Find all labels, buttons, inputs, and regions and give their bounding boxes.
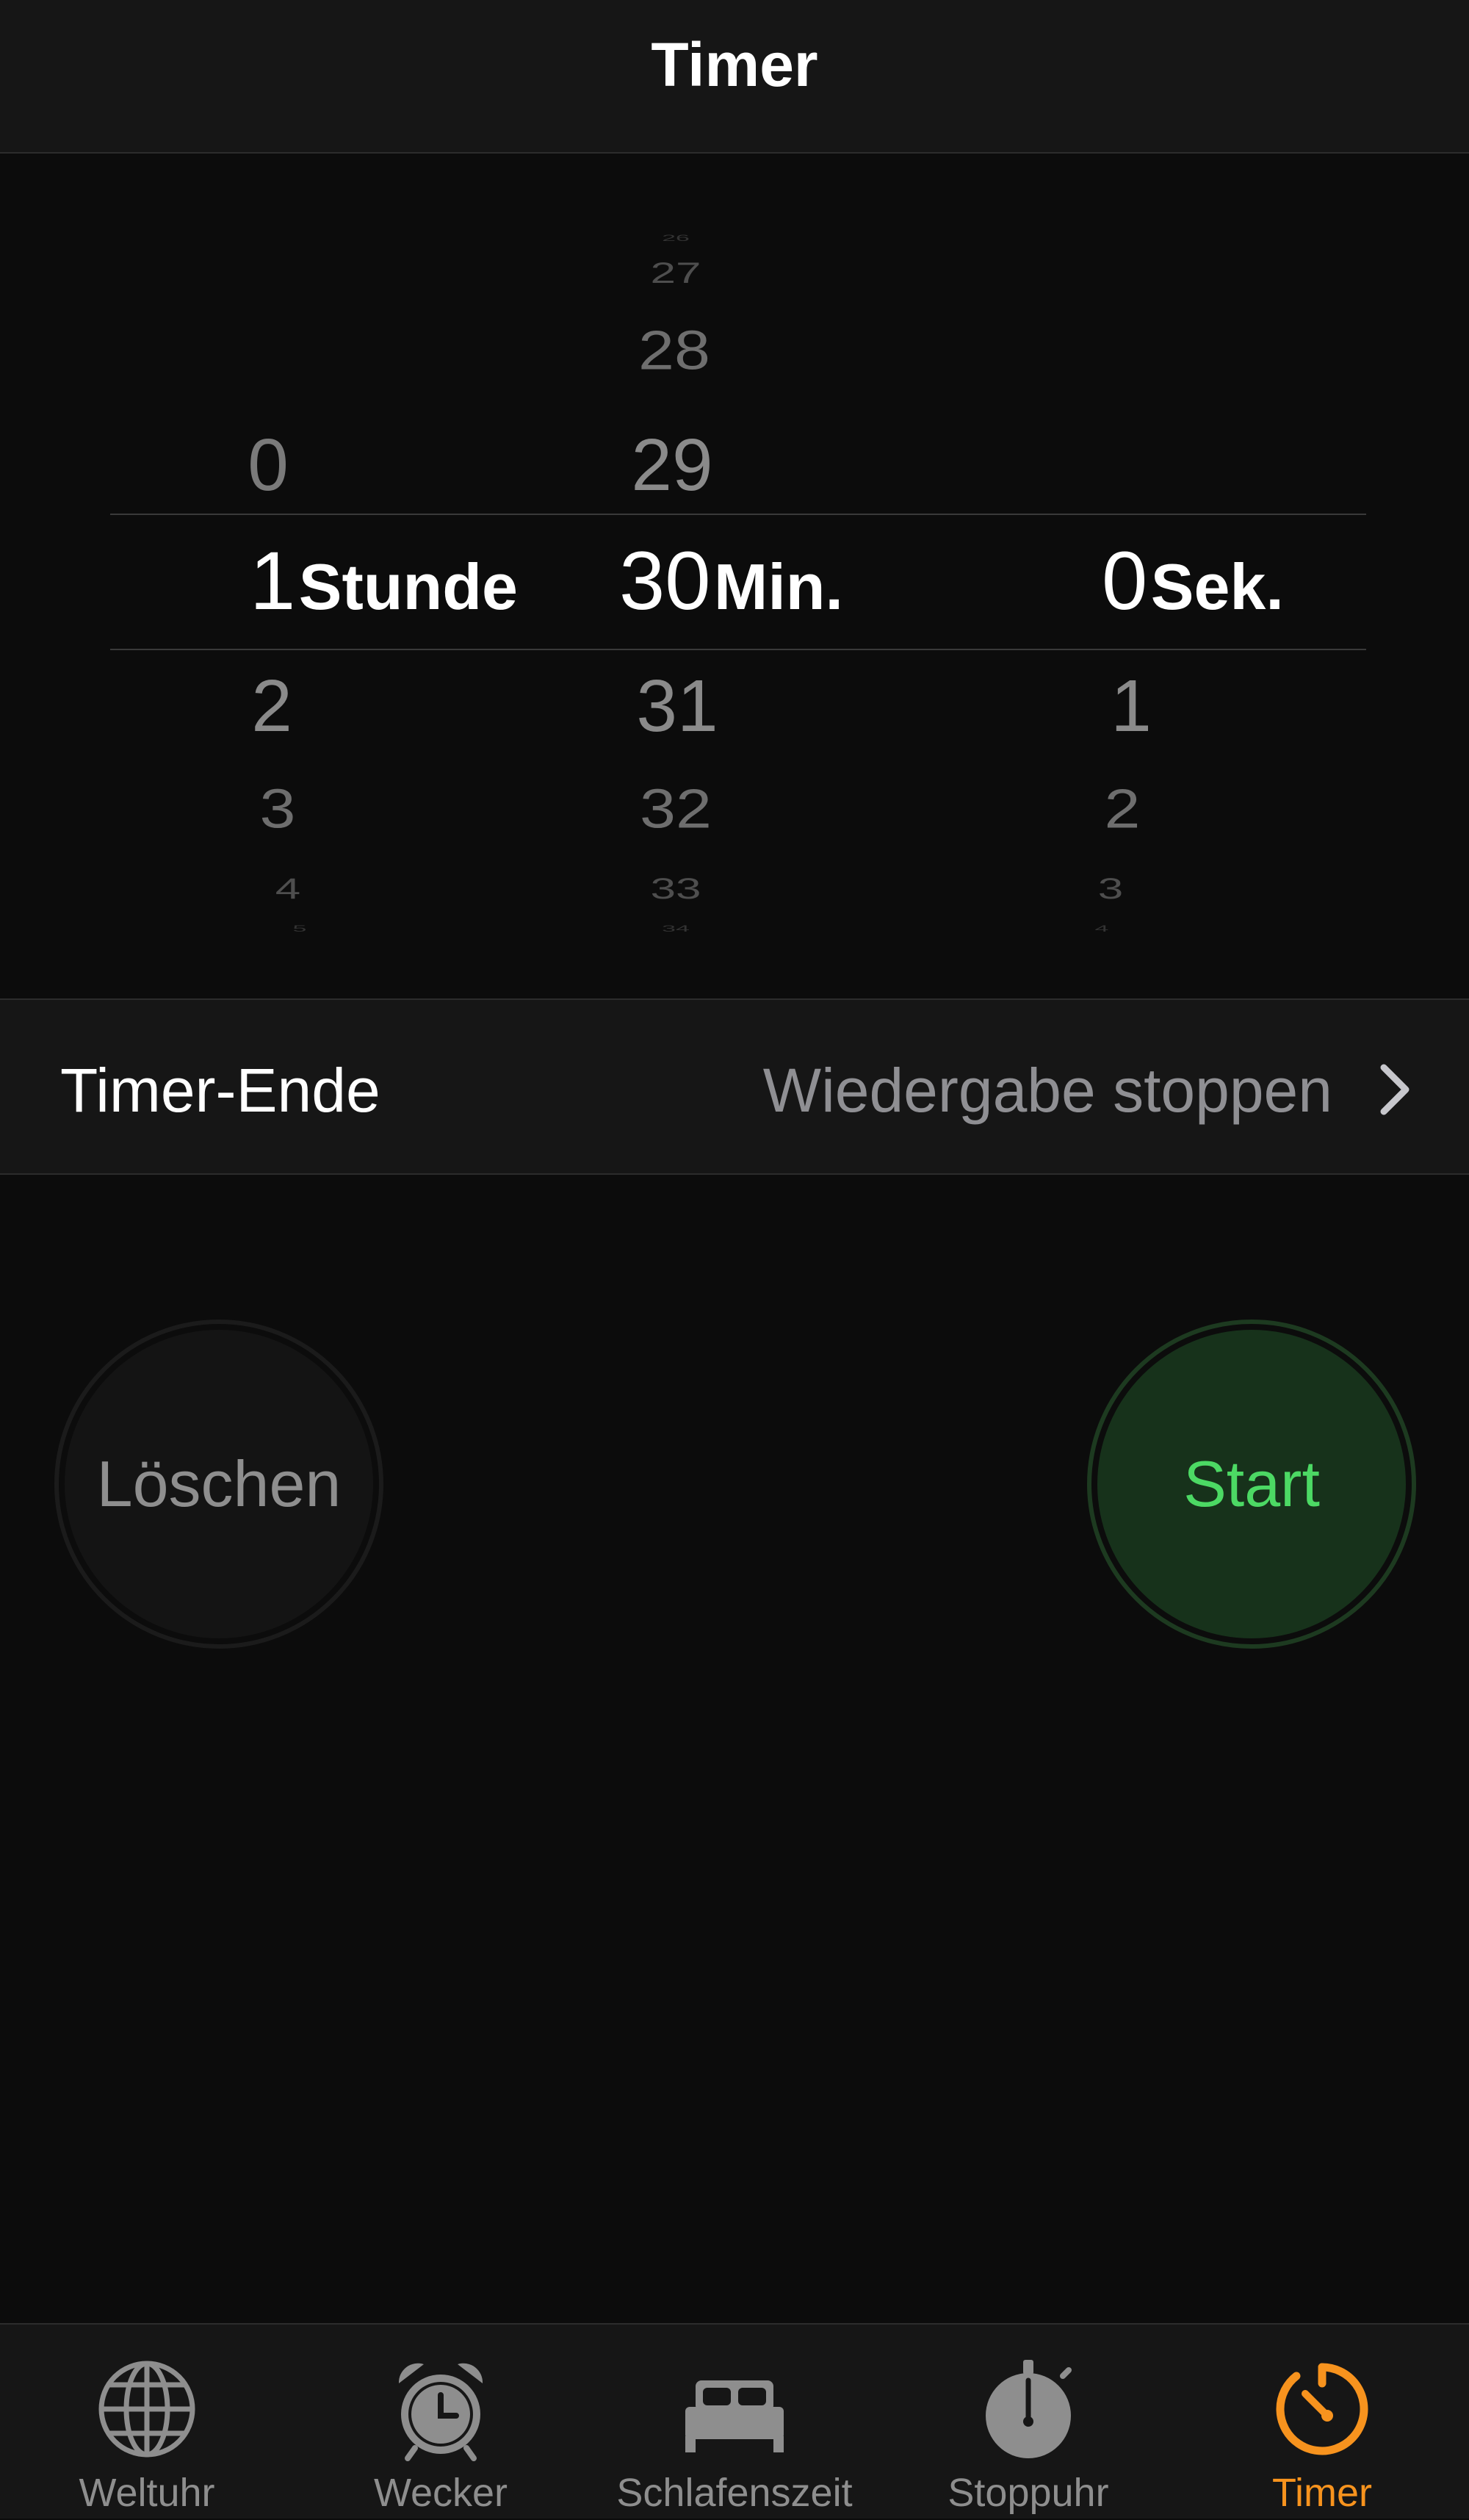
hour-selected-value: 1 xyxy=(250,535,296,627)
minute-selected[interactable]: 30 Min. xyxy=(619,540,843,622)
navigation-bar: Timer xyxy=(0,0,1469,154)
timer-end-row[interactable]: Timer-Ende Wiedergabe stoppen xyxy=(0,998,1469,1175)
hour-option[interactable]: 0 xyxy=(248,428,289,502)
bed-icon xyxy=(685,2380,784,2452)
tab-label: Stoppuhr xyxy=(948,2471,1109,2515)
hour-unit-label: Stunde xyxy=(298,550,518,623)
tab-alarm[interactable]: Wecker xyxy=(294,2325,588,2520)
minute-option[interactable]: 28 xyxy=(638,323,710,378)
minute-selected-value: 30 xyxy=(619,535,711,627)
selection-line-bottom xyxy=(110,649,1366,650)
page-title: Timer xyxy=(651,30,818,99)
hour-selected[interactable]: 1 Stunde xyxy=(250,540,518,622)
second-option[interactable]: 3 xyxy=(1098,874,1123,904)
start-button[interactable]: Start xyxy=(1087,1320,1416,1649)
hour-option[interactable]: 4 xyxy=(275,874,300,904)
selection-line-top xyxy=(110,514,1366,515)
timer-end-value: Wiedergabe stoppen xyxy=(762,1056,1332,1125)
stopwatch-icon xyxy=(986,2360,1072,2458)
alarm-clock-icon xyxy=(398,2363,483,2461)
second-selected[interactable]: 0 Sek. xyxy=(1102,540,1284,622)
tab-bar: Weltuhr Wecker Schlafenszeit Stoppuhr Ti… xyxy=(0,2323,1469,2519)
tab-bedtime[interactable]: Schlafenszeit xyxy=(588,2325,881,2520)
minute-unit-label: Min. xyxy=(714,550,843,623)
minute-option[interactable]: 27 xyxy=(651,259,701,288)
timer-end-label: Timer-Ende xyxy=(60,1056,380,1125)
timer-icon xyxy=(1276,2363,1368,2455)
minute-option[interactable]: 32 xyxy=(640,781,712,837)
minute-option[interactable]: 31 xyxy=(636,669,718,743)
second-option[interactable]: 2 xyxy=(1105,781,1141,837)
hour-option[interactable]: 3 xyxy=(260,781,296,837)
start-button-label: Start xyxy=(1097,1330,1406,1638)
second-option[interactable]: 1 xyxy=(1111,669,1152,743)
second-unit-label: Sek. xyxy=(1150,550,1284,623)
tab-stopwatch[interactable]: Stoppuhr xyxy=(881,2325,1175,2520)
minute-option[interactable]: 26 xyxy=(662,234,690,242)
tab-timer[interactable]: Timer xyxy=(1175,2325,1469,2520)
tab-label: Timer xyxy=(1272,2471,1372,2515)
minute-option[interactable]: 33 xyxy=(651,874,701,904)
clear-button-label: Löschen xyxy=(65,1330,373,1638)
timer-picker[interactable]: 0 1 Stunde 2 3 4 5 26 27 28 29 30 Min. 3… xyxy=(0,155,1469,998)
tab-label: Wecker xyxy=(373,2471,508,2515)
tab-world-clock[interactable]: Weltuhr xyxy=(0,2325,294,2520)
tab-label: Schlafenszeit xyxy=(616,2471,853,2515)
chevron-right-icon xyxy=(1380,1064,1410,1115)
hour-option[interactable]: 2 xyxy=(251,669,292,743)
globe-icon xyxy=(98,2361,195,2458)
tab-label: Weltuhr xyxy=(79,2471,215,2515)
second-selected-value: 0 xyxy=(1102,535,1148,627)
clear-button[interactable]: Löschen xyxy=(54,1320,383,1649)
hour-option[interactable]: 5 xyxy=(293,924,307,933)
minute-option[interactable]: 29 xyxy=(631,428,712,502)
minute-option[interactable]: 34 xyxy=(662,924,690,933)
second-option[interactable]: 4 xyxy=(1095,924,1109,933)
